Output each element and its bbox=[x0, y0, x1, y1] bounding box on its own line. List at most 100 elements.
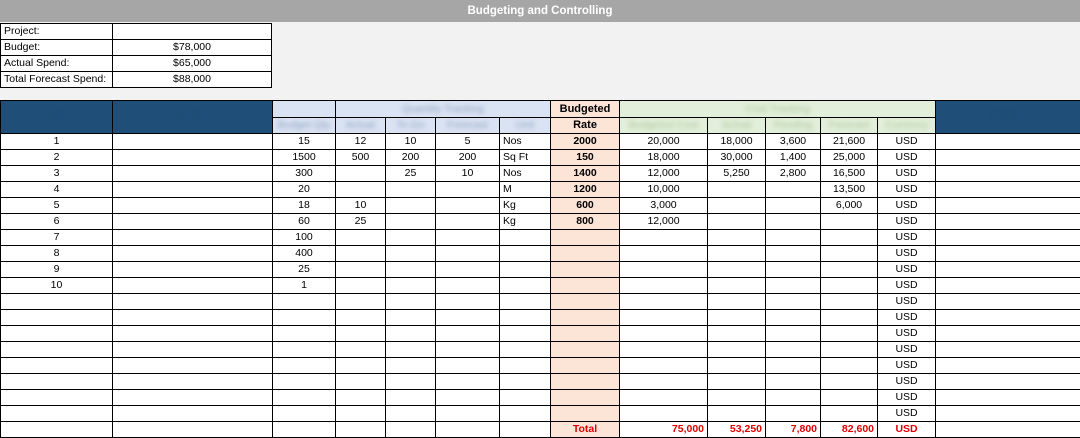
cell-currency[interactable]: USD bbox=[878, 166, 936, 182]
cell-qty-4[interactable] bbox=[436, 406, 500, 422]
cell-budget-qty[interactable]: 15 bbox=[273, 134, 336, 150]
cell-cost-3[interactable] bbox=[766, 374, 821, 390]
cell-cost-1[interactable]: 12,000 bbox=[620, 166, 708, 182]
cell-cost-3[interactable] bbox=[766, 262, 821, 278]
cell-budget-qty[interactable]: 400 bbox=[273, 246, 336, 262]
total-cost-3[interactable]: 7,800 bbox=[766, 422, 821, 438]
cell-qty-3[interactable] bbox=[386, 246, 436, 262]
header-remark[interactable]: Remark bbox=[936, 101, 1080, 134]
cell-cost-4[interactable] bbox=[821, 374, 878, 390]
header-quantity-col-2[interactable]: Actual bbox=[336, 118, 386, 134]
cell-unit[interactable] bbox=[500, 406, 551, 422]
cell-budgeted-rate[interactable] bbox=[551, 406, 620, 422]
cell-item[interactable] bbox=[113, 278, 273, 294]
cell-cost-4[interactable] bbox=[821, 342, 878, 358]
cell-cost-2[interactable] bbox=[708, 198, 766, 214]
cell-unit[interactable] bbox=[500, 374, 551, 390]
cell-unit[interactable] bbox=[500, 262, 551, 278]
cell-currency[interactable]: USD bbox=[878, 342, 936, 358]
cell-id[interactable]: 5 bbox=[1, 198, 113, 214]
header-quantity-group[interactable]: Quantity Tracking bbox=[336, 101, 551, 118]
cell-unit[interactable]: M bbox=[500, 182, 551, 198]
cell-qty-3[interactable] bbox=[386, 310, 436, 326]
cell-cost-4[interactable]: 6,000 bbox=[821, 198, 878, 214]
cell-currency[interactable]: USD bbox=[878, 406, 936, 422]
total-label[interactable]: Total bbox=[551, 422, 620, 438]
cell-item[interactable] bbox=[113, 326, 273, 342]
cell-cost-1[interactable]: 18,000 bbox=[620, 150, 708, 166]
cell-budget-qty[interactable]: 300 bbox=[273, 166, 336, 182]
cell-cost-1[interactable] bbox=[620, 262, 708, 278]
cell-currency[interactable]: USD bbox=[878, 310, 936, 326]
cell-budget-qty[interactable]: 18 bbox=[273, 198, 336, 214]
cell-cost-1[interactable] bbox=[620, 358, 708, 374]
cell-cost-4[interactable]: 25,000 bbox=[821, 150, 878, 166]
cell-cost-4[interactable]: 13,500 bbox=[821, 182, 878, 198]
cell-qty-2[interactable] bbox=[336, 358, 386, 374]
cell-qty-4[interactable] bbox=[436, 198, 500, 214]
cell-remark[interactable] bbox=[936, 230, 1080, 246]
cell-budgeted-rate[interactable]: 800 bbox=[551, 214, 620, 230]
cell-remark[interactable] bbox=[936, 214, 1080, 230]
cell-remark[interactable] bbox=[936, 262, 1080, 278]
summary-value[interactable]: $88,000 bbox=[113, 72, 272, 88]
cell-currency[interactable]: USD bbox=[878, 150, 936, 166]
cell-budgeted-rate[interactable] bbox=[551, 342, 620, 358]
cell-remark[interactable] bbox=[936, 342, 1080, 358]
cell-remark[interactable] bbox=[936, 326, 1080, 342]
cell-unit[interactable] bbox=[500, 278, 551, 294]
cell-id[interactable]: 9 bbox=[1, 262, 113, 278]
cell-id[interactable]: 2 bbox=[1, 150, 113, 166]
cell-cost-4[interactable] bbox=[821, 310, 878, 326]
cell-unit[interactable] bbox=[500, 246, 551, 262]
cell-cost-1[interactable]: 12,000 bbox=[620, 214, 708, 230]
cell-cost-3[interactable] bbox=[766, 390, 821, 406]
cell-qty-4[interactable] bbox=[436, 326, 500, 342]
summary-label[interactable]: Total Forecast Spend: bbox=[1, 72, 113, 88]
cell-qty-3[interactable] bbox=[386, 374, 436, 390]
cell-qty-4[interactable] bbox=[436, 214, 500, 230]
cell-unit[interactable]: Kg bbox=[500, 198, 551, 214]
cell-qty-2[interactable] bbox=[336, 182, 386, 198]
cell-budgeted-rate[interactable] bbox=[551, 262, 620, 278]
cell-remark[interactable] bbox=[936, 406, 1080, 422]
cell-cost-2[interactable]: 30,000 bbox=[708, 150, 766, 166]
header-rate-line1[interactable]: Budgeted bbox=[551, 101, 620, 118]
cell-cost-2[interactable] bbox=[708, 214, 766, 230]
cell-budgeted-rate[interactable]: 1200 bbox=[551, 182, 620, 198]
cell-qty-4[interactable] bbox=[436, 422, 500, 438]
cell-unit[interactable]: Nos bbox=[500, 134, 551, 150]
cell-budgeted-rate[interactable] bbox=[551, 326, 620, 342]
cell-budget-qty[interactable] bbox=[273, 294, 336, 310]
cell-id[interactable] bbox=[1, 422, 113, 438]
cell-unit[interactable] bbox=[500, 358, 551, 374]
cell-qty-2[interactable]: 500 bbox=[336, 150, 386, 166]
cell-qty-3[interactable] bbox=[386, 342, 436, 358]
cell-qty-3[interactable] bbox=[386, 294, 436, 310]
header-cost-col-3[interactable]: Pending bbox=[766, 118, 821, 134]
cell-cost-4[interactable] bbox=[821, 278, 878, 294]
cell-currency[interactable]: USD bbox=[878, 230, 936, 246]
cell-budgeted-rate[interactable]: 2000 bbox=[551, 134, 620, 150]
cell-budgeted-rate[interactable]: 1400 bbox=[551, 166, 620, 182]
cell-unit[interactable] bbox=[500, 390, 551, 406]
cell-id[interactable]: 6 bbox=[1, 214, 113, 230]
cell-remark[interactable] bbox=[936, 278, 1080, 294]
cell-qty-2[interactable] bbox=[336, 310, 386, 326]
summary-label[interactable]: Actual Spend: bbox=[1, 56, 113, 72]
cell-budget-qty[interactable]: 20 bbox=[273, 182, 336, 198]
cell-qty-3[interactable] bbox=[386, 406, 436, 422]
total-currency[interactable]: USD bbox=[878, 422, 936, 438]
cell-qty-2[interactable] bbox=[336, 246, 386, 262]
cell-cost-1[interactable]: 20,000 bbox=[620, 134, 708, 150]
cell-item[interactable] bbox=[113, 214, 273, 230]
cell-qty-4[interactable] bbox=[436, 390, 500, 406]
cell-budget-qty[interactable] bbox=[273, 374, 336, 390]
cell-budgeted-rate[interactable] bbox=[551, 278, 620, 294]
cell-cost-2[interactable]: 18,000 bbox=[708, 134, 766, 150]
summary-label[interactable]: Project: bbox=[1, 24, 113, 40]
cell-budget-qty[interactable]: 1 bbox=[273, 278, 336, 294]
total-cost-4[interactable]: 82,600 bbox=[821, 422, 878, 438]
cell-cost-1[interactable] bbox=[620, 310, 708, 326]
header-cost-group[interactable]: Cost Tracking bbox=[620, 101, 936, 118]
